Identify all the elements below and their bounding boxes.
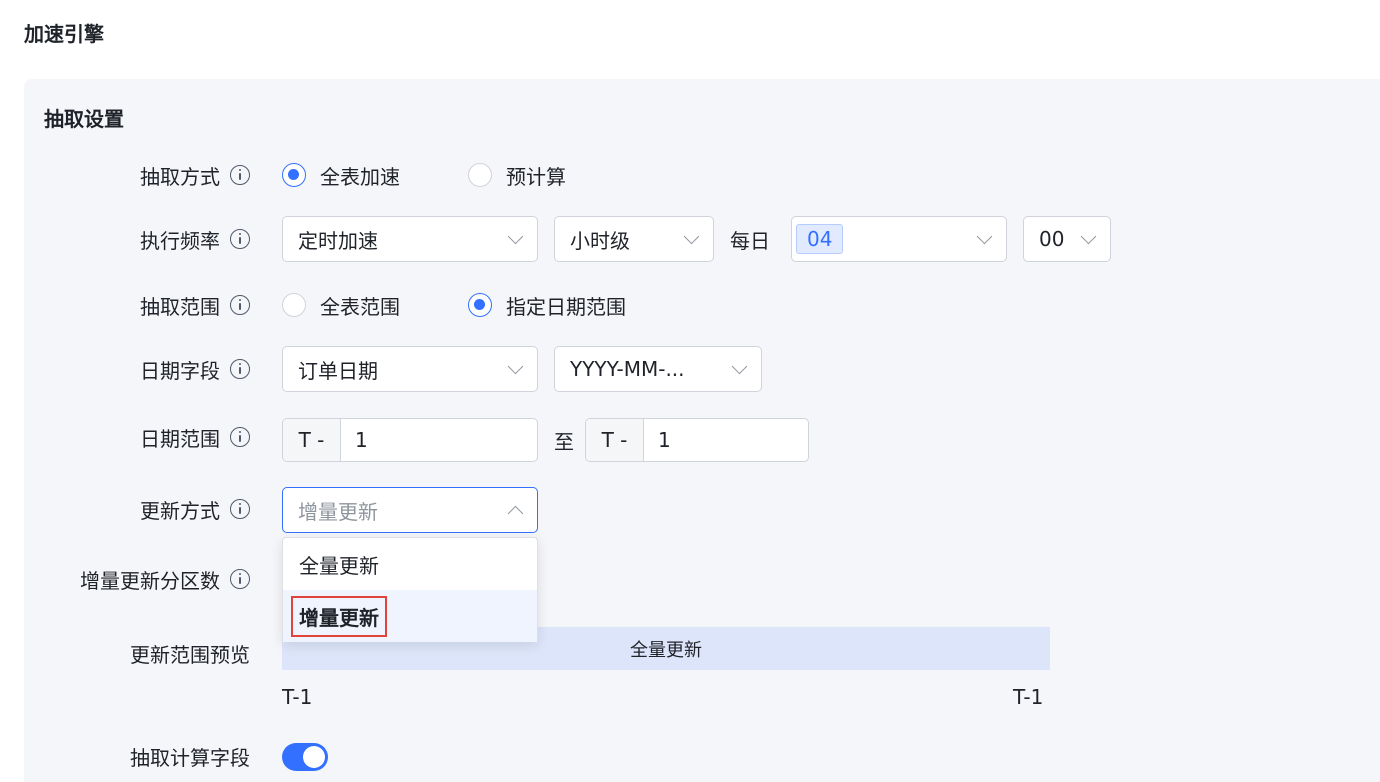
- frequency-mode-select[interactable]: 定时加速: [282, 216, 538, 262]
- radio-full-table-accel[interactable]: 全表加速: [282, 160, 400, 190]
- info-icon[interactable]: [230, 295, 250, 315]
- info-icon[interactable]: [230, 569, 250, 589]
- radio-date-range[interactable]: 指定日期范围: [468, 290, 626, 320]
- info-icon[interactable]: [230, 499, 250, 519]
- radio-button-icon: [282, 163, 306, 187]
- end-value[interactable]: 1: [644, 419, 808, 461]
- radio-button-icon: [282, 293, 306, 317]
- date-range-end-input[interactable]: T - 1: [585, 418, 809, 462]
- info-icon[interactable]: [230, 427, 250, 447]
- extract-method-label: 抽取方式: [140, 160, 250, 190]
- extract-calc-fields-label: 抽取计算字段: [130, 745, 250, 770]
- start-value[interactable]: 1: [341, 419, 537, 461]
- chevron-down-icon: [683, 228, 700, 245]
- date-format-select[interactable]: YYYY-MM-...: [554, 346, 762, 392]
- date-field-label: 日期字段: [140, 354, 250, 384]
- chevron-down-icon: [1080, 228, 1097, 245]
- chevron-down-icon: [976, 228, 993, 245]
- frequency-label: 执行频率: [140, 224, 250, 254]
- radio-precompute[interactable]: 预计算: [468, 160, 566, 190]
- range-separator: 至: [554, 429, 574, 454]
- chevron-down-icon: [507, 358, 524, 375]
- update-method-dropdown: 全量更新 增量更新: [282, 537, 538, 642]
- highlight-box: 增量更新: [291, 595, 387, 637]
- extract-calc-fields-toggle[interactable]: [282, 743, 328, 771]
- info-icon[interactable]: [230, 359, 250, 379]
- daily-label: 每日: [730, 228, 770, 253]
- section-title: 抽取设置: [44, 107, 124, 131]
- chevron-down-icon: [731, 358, 748, 375]
- option-full-update[interactable]: 全量更新: [283, 538, 537, 590]
- minute-select[interactable]: 00: [1023, 216, 1111, 262]
- radio-button-icon: [468, 293, 492, 317]
- radio-full-range[interactable]: 全表范围: [282, 290, 400, 320]
- date-range-label: 日期范围: [140, 422, 250, 452]
- info-icon[interactable]: [230, 165, 250, 185]
- info-icon[interactable]: [230, 229, 250, 249]
- page-title: 加速引擎: [24, 22, 104, 46]
- hour-select[interactable]: 04: [791, 216, 1007, 262]
- extract-range-label: 抽取范围: [140, 290, 250, 320]
- end-prefix: T -: [586, 419, 644, 461]
- preview-end-tick: T-1: [1013, 685, 1044, 709]
- start-prefix: T -: [283, 419, 341, 461]
- chevron-up-icon: [507, 505, 524, 522]
- radio-button-icon: [468, 163, 492, 187]
- preview-start-tick: T-1: [282, 685, 313, 709]
- incremental-partitions-label: 增量更新分区数: [80, 564, 250, 594]
- date-range-start-input[interactable]: T - 1: [282, 418, 538, 462]
- update-preview-label: 更新范围预览: [130, 642, 250, 667]
- option-incremental-update[interactable]: 增量更新: [283, 590, 537, 642]
- granularity-select[interactable]: 小时级: [554, 216, 714, 262]
- hour-tag: 04: [796, 224, 844, 254]
- update-method-label: 更新方式: [140, 494, 250, 524]
- update-method-select[interactable]: 增量更新: [282, 487, 538, 533]
- chevron-down-icon: [507, 228, 524, 245]
- date-field-select[interactable]: 订单日期: [282, 346, 538, 392]
